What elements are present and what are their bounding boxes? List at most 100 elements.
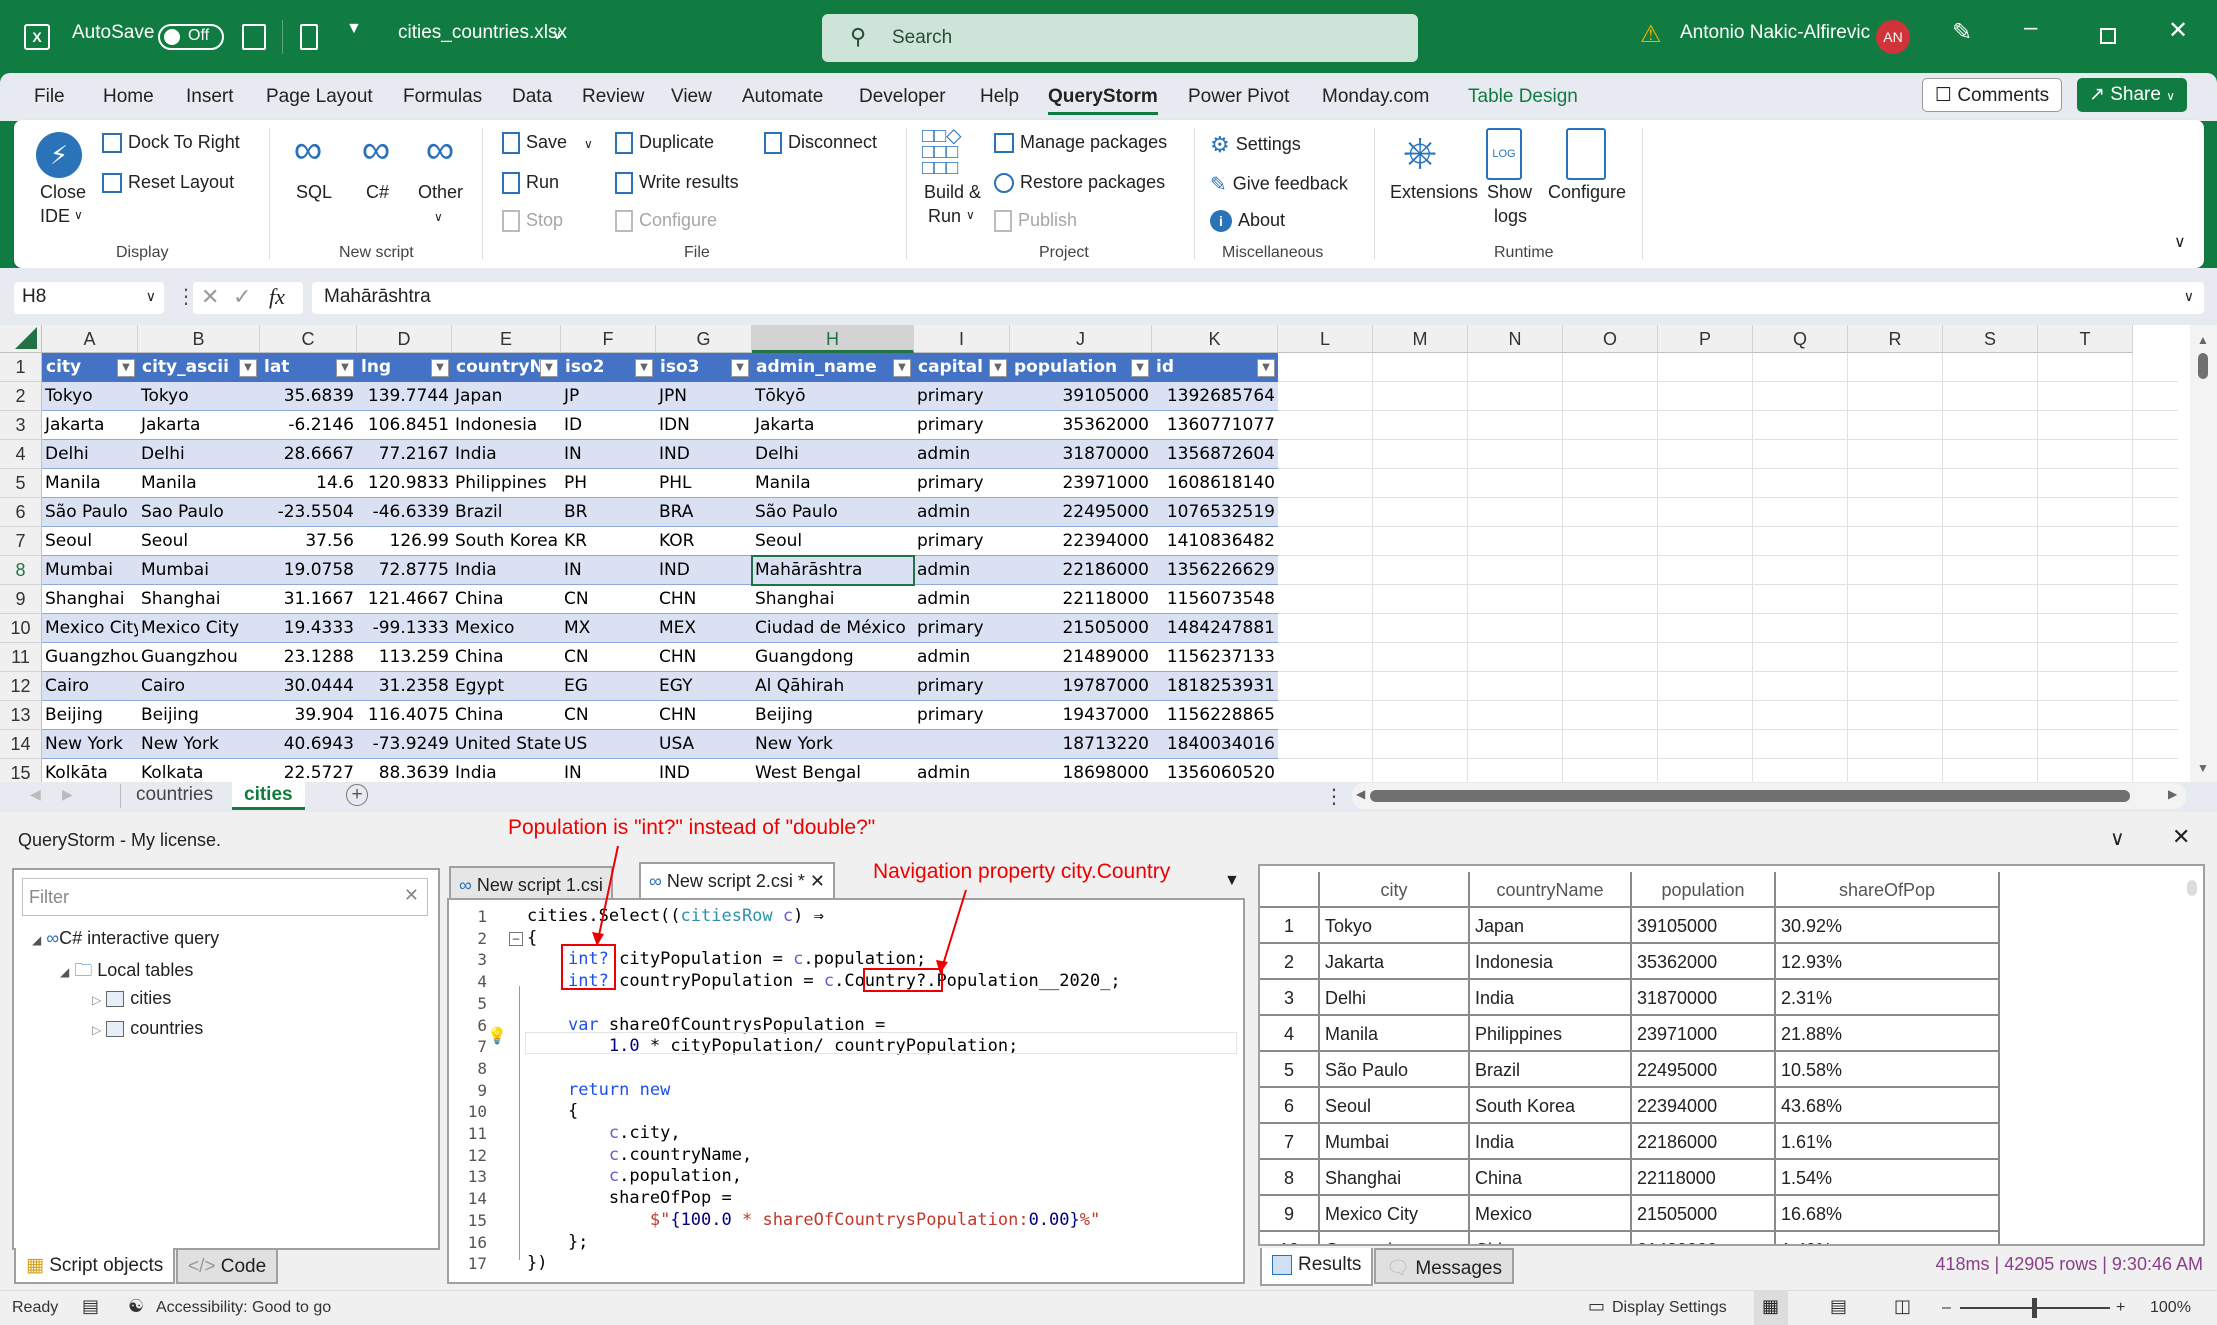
cell-lat[interactable]: 22.5727 — [260, 759, 357, 782]
cell-capital[interactable]: primary — [914, 469, 1010, 498]
cell-lng[interactable]: 31.2358 — [357, 672, 452, 701]
build-icon[interactable]: □□◇ □□□ □□□ — [922, 126, 970, 180]
cell-id[interactable]: 1608618140 — [1152, 469, 1278, 498]
cell-lat[interactable]: 35.6839 — [260, 382, 357, 411]
build-run-label[interactable]: Run — [928, 206, 961, 227]
column-header-p[interactable]: P — [1658, 325, 1753, 353]
sheet-tab-cities[interactable]: cities — [232, 782, 305, 810]
publish-button[interactable]: Publish — [994, 210, 1077, 233]
results-cell[interactable]: 39105000 — [1632, 908, 1776, 944]
results-cell[interactable]: 16.68% — [1776, 1196, 2000, 1232]
filename[interactable]: cities_countries.xlsx — [398, 22, 567, 44]
results-row-number[interactable]: 10 — [1260, 1232, 1320, 1244]
selected-cell[interactable] — [751, 555, 915, 586]
reset-layout-button[interactable]: Reset Layout — [102, 172, 234, 194]
configure-runtime-button[interactable]: Configure — [1548, 182, 1626, 203]
results-cell[interactable]: 22186000 — [1632, 1124, 1776, 1160]
cell-id[interactable]: 1356872604 — [1152, 440, 1278, 469]
filter-dropdown-icon[interactable]: ▼ — [336, 359, 354, 377]
results-cell[interactable]: China — [1470, 1160, 1632, 1196]
column-header-e[interactable]: E — [452, 325, 561, 353]
results-cell[interactable]: 30.92% — [1776, 908, 2000, 944]
cell-iso3[interactable]: CHN — [656, 585, 752, 614]
cell-population[interactable]: 35362000 — [1010, 411, 1152, 440]
cell-countryname[interactable]: China — [452, 643, 561, 672]
results-cell[interactable]: 1.49% — [1776, 1232, 2000, 1244]
results-cell[interactable]: Jakarta — [1320, 944, 1470, 980]
cell-lng[interactable]: 77.2167 — [357, 440, 452, 469]
customize-toolbar-icon[interactable]: ▼ — [346, 20, 362, 38]
tab-insert[interactable]: Insert — [186, 86, 234, 108]
cell-id[interactable]: 1356226629 — [1152, 556, 1278, 585]
column-header-h[interactable]: H — [752, 325, 914, 353]
cell-city-ascii[interactable]: Shanghai — [138, 585, 260, 614]
cell-lat[interactable]: 14.6 — [260, 469, 357, 498]
row-header[interactable]: 13 — [0, 701, 42, 730]
results-cell[interactable]: 23971000 — [1632, 1016, 1776, 1052]
column-header-a[interactable]: A — [42, 325, 138, 353]
results-cell[interactable]: 21489000 — [1632, 1232, 1776, 1244]
cell-admin-name[interactable]: West Bengal — [752, 759, 914, 782]
row-header[interactable]: 15 — [0, 759, 42, 782]
cell-lng[interactable]: 72.8775 — [357, 556, 452, 585]
close-tab-icon[interactable]: ✕ — [810, 871, 825, 891]
cell-population[interactable]: 22186000 — [1010, 556, 1152, 585]
filter-dropdown-icon[interactable]: ▼ — [540, 359, 558, 377]
cell-population[interactable]: 18713220 — [1010, 730, 1152, 759]
cell-lat[interactable]: 31.1667 — [260, 585, 357, 614]
touch-mode-icon[interactable] — [300, 24, 318, 50]
page-layout-view-icon[interactable]: ▤ — [1830, 1296, 1847, 1317]
cell-iso2[interactable]: BR — [561, 498, 656, 527]
results-cell[interactable]: 22394000 — [1632, 1088, 1776, 1124]
code-editor[interactable]: 1 cities.Select((citiesRow c) ⇒ 2 {3 int? c… — [447, 898, 1245, 1284]
cell-city[interactable]: Cairo — [42, 672, 138, 701]
code-line[interactable]: c.city, — [527, 1123, 681, 1145]
cell-admin-name[interactable]: New York — [752, 730, 914, 759]
code-line[interactable]: return new — [527, 1080, 670, 1102]
tab-script-objects[interactable]: ▦ Script objects — [14, 1248, 176, 1284]
table-header-lat[interactable]: lat ▼ — [260, 353, 357, 382]
cell-city[interactable]: Beijing — [42, 701, 138, 730]
cell-countryname[interactable]: China — [452, 701, 561, 730]
results-cell[interactable]: 1.54% — [1776, 1160, 2000, 1196]
cell-iso3[interactable]: IND — [656, 556, 752, 585]
other-script-button[interactable]: Other — [418, 182, 463, 203]
cell-lng[interactable]: 139.7744 — [357, 382, 452, 411]
results-column-header[interactable]: population — [1632, 872, 1776, 908]
duplicate-button[interactable]: Duplicate — [615, 132, 714, 155]
cell-iso3[interactable]: USA — [656, 730, 752, 759]
cell-admin-name[interactable]: Jakarta — [752, 411, 914, 440]
cell-admin-name[interactable]: Delhi — [752, 440, 914, 469]
table-header-capital[interactable]: capital ▼ — [914, 353, 1010, 382]
cell-id[interactable]: 1156228865 — [1152, 701, 1278, 730]
cell-admin-name[interactable]: Ciudad de México — [752, 614, 914, 643]
zoom-out-icon[interactable]: – — [1942, 1299, 1951, 1317]
cell-iso2[interactable]: CN — [561, 643, 656, 672]
close-ide-button[interactable]: Close — [40, 182, 86, 203]
disconnect-button[interactable]: Disconnect — [764, 132, 877, 155]
show-logs-button[interactable]: Show — [1487, 182, 1532, 203]
cell-lng[interactable]: 88.3639 — [357, 759, 452, 782]
cell-iso2[interactable]: IN — [561, 759, 656, 782]
cell-lat[interactable]: 30.0444 — [260, 672, 357, 701]
cell-id[interactable]: 1484247881 — [1152, 614, 1278, 643]
tab-messages[interactable]: 🗨 Messages — [1374, 1248, 1515, 1284]
tab-developer[interactable]: Developer — [859, 86, 946, 108]
row-header[interactable]: 14 — [0, 730, 42, 759]
results-cell[interactable]: Guangzhou — [1320, 1232, 1470, 1244]
row-header[interactable]: 8 — [0, 556, 42, 585]
cell-lat[interactable]: 23.1288 — [260, 643, 357, 672]
cell-capital[interactable]: admin — [914, 498, 1010, 527]
cell-capital[interactable]: primary — [914, 527, 1010, 556]
name-box[interactable]: H8 ∨ — [14, 282, 164, 314]
cell-iso3[interactable]: MEX — [656, 614, 752, 643]
column-header-k[interactable]: K — [1152, 325, 1278, 353]
column-header-m[interactable]: M — [1373, 325, 1468, 353]
cell-city[interactable]: Jakarta — [42, 411, 138, 440]
cell-population[interactable]: 19437000 — [1010, 701, 1152, 730]
column-header-c[interactable]: C — [260, 325, 357, 353]
column-header-o[interactable]: O — [1563, 325, 1658, 353]
table-header-iso2[interactable]: iso2 ▼ — [561, 353, 656, 382]
tab-querystorm[interactable]: QueryStorm — [1048, 86, 1158, 115]
code-line[interactable]: $"{100.0 * shareOfCountrysPopulation:0.0… — [527, 1210, 1100, 1232]
